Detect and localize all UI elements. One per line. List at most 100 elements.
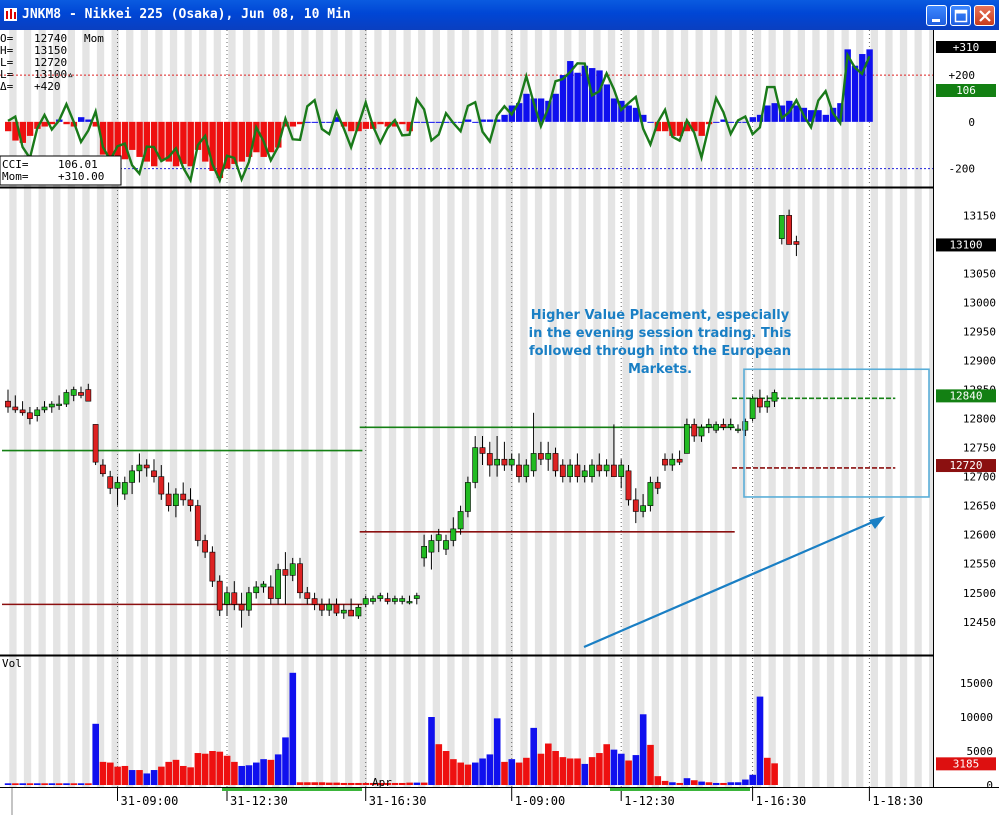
volume-bar — [712, 782, 720, 785]
background-stripe — [505, 30, 513, 787]
title-bar[interactable]: JNKM8 - Nikkei 225 (Osaka), Jun 08, 10 M… — [0, 0, 999, 30]
volume-bar — [158, 766, 165, 785]
minimize-button[interactable] — [926, 5, 947, 26]
volume-bar — [48, 783, 56, 785]
price-candle — [486, 453, 493, 466]
background-stripe — [359, 30, 367, 787]
volume-bar — [63, 783, 70, 785]
price-candle — [494, 458, 500, 466]
momentum-bar — [129, 121, 136, 150]
momentum-axis-tick: 0 — [968, 116, 975, 129]
price-axis-tick: 12600 — [963, 529, 996, 542]
volume-bar — [632, 755, 640, 785]
price-candle — [640, 505, 646, 512]
price-candle — [552, 453, 559, 472]
volume-bar — [420, 782, 428, 785]
price-candle — [311, 598, 318, 605]
volume-bar — [552, 751, 559, 785]
volume-bar — [523, 757, 530, 785]
chart-window: JNKM8 - Nikkei 225 (Osaka), Jun 08, 10 M… — [0, 0, 999, 815]
price-candle — [78, 392, 84, 396]
price-candle — [355, 606, 362, 617]
momentum-bar — [603, 84, 610, 122]
volume-bar — [77, 783, 85, 785]
price-candle — [399, 598, 406, 602]
volume-bar — [676, 782, 683, 785]
price-candle — [435, 534, 442, 541]
background-stripe — [67, 30, 75, 787]
momentum-bar — [267, 121, 275, 153]
volume-bar — [618, 753, 625, 785]
price-candle — [516, 464, 522, 477]
background-stripe — [418, 30, 426, 787]
price-candle — [479, 447, 486, 454]
volume-bar — [107, 762, 114, 785]
price-candle — [647, 482, 654, 506]
volume-bar — [4, 783, 12, 785]
volume-bar — [442, 751, 450, 785]
price-candle — [596, 464, 603, 472]
background-stripe — [461, 30, 470, 787]
momentum-bar — [435, 121, 443, 123]
volume-bar — [493, 718, 501, 785]
price-candle — [421, 546, 427, 559]
volume-bar — [114, 766, 121, 785]
price-candle — [537, 453, 544, 460]
volume-bar — [625, 760, 632, 785]
volume-bar — [274, 754, 282, 785]
time-axis-label: 1-09:00 — [515, 794, 566, 808]
momentum-bar — [596, 70, 603, 122]
momentum-bar — [771, 103, 778, 122]
price-candle — [158, 476, 165, 495]
momentum-bar — [727, 121, 735, 123]
background-stripe — [607, 30, 616, 787]
chart-canvas[interactable]: O= 12740H= 13150L= 12720L= 13100▵Δ= +420MomCC… — [0, 30, 999, 815]
price-candle — [406, 601, 413, 604]
price-candle — [618, 464, 625, 477]
price-candle — [683, 424, 690, 454]
price-axis-tick: 13050 — [963, 267, 996, 280]
momentum-bar — [289, 121, 297, 127]
price-candle — [581, 470, 588, 477]
momentum-bar — [486, 119, 494, 122]
price-candle — [705, 424, 712, 428]
volume-bar — [661, 780, 669, 785]
time-axis-label: 31-12:30 — [230, 794, 288, 808]
momentum-bar — [26, 121, 34, 136]
momentum-bar — [172, 121, 180, 167]
price-candle — [19, 409, 26, 414]
momentum-pane-title: Mom — [84, 32, 104, 45]
price-candle — [260, 583, 267, 588]
background-stripe — [432, 30, 440, 787]
price-candle — [340, 609, 347, 614]
volume-bar — [457, 762, 464, 785]
indicator-readout-label: Mom= — [2, 170, 29, 183]
close-button[interactable] — [974, 5, 995, 26]
price-candle — [194, 505, 201, 541]
background-stripe — [491, 30, 499, 787]
close-icon — [979, 10, 991, 22]
background-stripe — [797, 30, 805, 787]
price-candle — [41, 406, 48, 411]
background-stripe — [447, 30, 455, 787]
background-stripe — [666, 30, 674, 787]
background-stripe — [856, 30, 864, 787]
price-candle — [26, 412, 33, 419]
volume-bar — [150, 770, 158, 785]
momentum-bar — [413, 121, 421, 123]
maximize-button[interactable] — [950, 5, 971, 26]
maximize-icon — [954, 9, 968, 23]
volume-bar — [530, 727, 537, 785]
volume-bar — [209, 751, 216, 785]
volume-bar — [435, 744, 443, 785]
volume-bar — [12, 783, 19, 785]
volume-bar — [566, 758, 574, 785]
price-axis-tick: 13000 — [963, 296, 996, 309]
price-candle — [574, 464, 581, 477]
volume-bar — [428, 717, 435, 785]
momentum-bar — [428, 121, 435, 123]
price-candle — [114, 482, 121, 489]
volume-bar — [85, 783, 92, 785]
background-stripe — [330, 30, 338, 787]
window-title: JNKM8 - Nikkei 225 (Osaka), Jun 08, 10 M… — [22, 7, 351, 22]
